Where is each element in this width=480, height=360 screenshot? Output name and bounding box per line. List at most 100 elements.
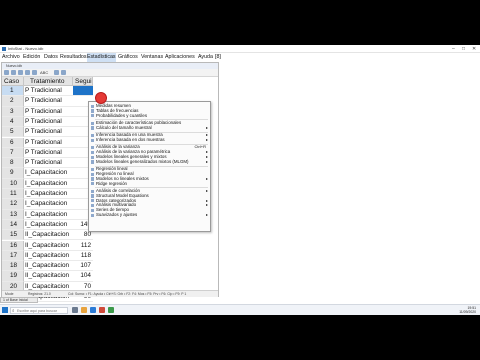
- stats-menu-item[interactable]: Probabilidades y cuantiles: [89, 112, 210, 118]
- stats-menu-item[interactable]: Ridge regresión: [89, 181, 210, 186]
- menu-edicion[interactable]: Edición: [23, 53, 40, 62]
- tratamiento-cell[interactable]: P Tradicional: [24, 158, 73, 169]
- toolbar-sort-icon[interactable]: [54, 70, 59, 75]
- tratamiento-cell[interactable]: I_Capacitacion: [24, 210, 73, 220]
- menu-item-icon: [91, 203, 95, 208]
- menu-extra[interactable]: [8]: [215, 53, 221, 62]
- column-header-tratamiento[interactable]: Tratamiento: [24, 77, 73, 86]
- table-row[interactable]: 18 II_Capacitacion 107: [2, 261, 218, 272]
- tratamiento-cell[interactable]: P Tradicional: [24, 86, 73, 97]
- toolbar-save-icon[interactable]: [18, 70, 23, 75]
- minimize-button[interactable]: –: [452, 45, 455, 53]
- minimized-dialog[interactable]: 1 of Base Inicial: [0, 297, 38, 303]
- tratamiento-cell[interactable]: P Tradicional: [24, 117, 73, 128]
- table-row[interactable]: 17 II_Capacitacion 118: [2, 250, 218, 262]
- row-number-cell[interactable]: 5: [2, 127, 24, 138]
- row-number-cell[interactable]: 15: [2, 230, 24, 241]
- row-number-cell[interactable]: 17: [2, 250, 24, 262]
- menu-aplicaciones[interactable]: Aplicaciones: [165, 53, 195, 62]
- row-number-cell[interactable]: 12: [2, 199, 24, 210]
- row-number-cell[interactable]: 11: [2, 189, 24, 200]
- toolbar-open-icon[interactable]: [11, 70, 16, 75]
- tratamiento-cell[interactable]: I_Capacitacion: [24, 189, 73, 200]
- maximize-button[interactable]: □: [462, 45, 465, 53]
- row-number-cell[interactable]: 19: [2, 271, 24, 282]
- column-header-seguimiento[interactable]: Segui: [73, 77, 93, 86]
- row-number-cell[interactable]: 8: [2, 158, 24, 169]
- tratamiento-cell[interactable]: II_Capacitacion: [24, 241, 73, 251]
- seguimiento-cell[interactable]: 104: [73, 271, 93, 282]
- tratamiento-cell[interactable]: I_Capacitacion: [24, 220, 73, 231]
- tratamiento-cell[interactable]: I_Capacitacion: [24, 179, 73, 189]
- row-number-cell[interactable]: 6: [2, 137, 24, 148]
- menu-ventanas[interactable]: Ventanas: [141, 53, 163, 62]
- file-explorer-icon[interactable]: [81, 307, 87, 313]
- row-number-cell[interactable]: 2: [2, 96, 24, 107]
- desktop-screen: InfoStat - Nuevo.idb – □ ✕ Archivo Edici…: [0, 45, 480, 315]
- table-row[interactable]: 16 II_Capacitacion 112: [2, 240, 218, 251]
- menu-estadisticas[interactable]: Estadísticas: [87, 53, 116, 62]
- menu-item-label: Probabilidades y cuantiles: [96, 112, 148, 118]
- table-row[interactable]: 19 II_Capacitacion 104: [2, 271, 218, 282]
- row-number-cell[interactable]: 14: [2, 219, 24, 231]
- seguimiento-cell[interactable]: 118: [73, 251, 93, 262]
- infostat-taskbar-icon[interactable]: [108, 307, 114, 313]
- estadisticas-menu: Medidas resumen Tablas de frecuencias Prob…: [88, 101, 211, 232]
- toolbar-cut-icon[interactable]: [25, 70, 30, 75]
- menu-item-icon: [91, 177, 95, 181]
- seguimiento-cell[interactable]: 107: [73, 261, 93, 272]
- row-number-cell[interactable]: 18: [2, 261, 24, 272]
- tratamiento-cell[interactable]: II_Capacitacion: [24, 271, 73, 282]
- taskbar-search-input[interactable]: ⌕ Escribe aquí para buscar: [10, 307, 68, 314]
- row-number-cell[interactable]: 9: [2, 168, 24, 179]
- tratamiento-cell[interactable]: P Tradicional: [24, 148, 73, 159]
- row-number-cell[interactable]: 16: [2, 240, 24, 251]
- row-number-cell[interactable]: 4: [2, 116, 24, 128]
- row-number-cell[interactable]: 10: [2, 178, 24, 189]
- seguimiento-cell[interactable]: [73, 86, 93, 97]
- taskbar-clock[interactable]: 19:51 11/09/2020: [456, 306, 476, 314]
- toolbar-font-label[interactable]: ABC: [40, 69, 48, 77]
- tratamiento-cell[interactable]: I_Capacitacion: [24, 168, 73, 179]
- stats-menu-item[interactable]: Inferencia basada en dos muestras ▸: [89, 137, 210, 142]
- row-number-cell[interactable]: 1: [2, 86, 24, 97]
- row-number-cell[interactable]: 13: [2, 209, 24, 220]
- tratamiento-cell[interactable]: P Tradicional: [24, 96, 73, 107]
- tratamiento-cell[interactable]: II_Capacitacion: [24, 251, 73, 262]
- menu-item-label: Cálculo del tamaño muestral: [96, 124, 152, 130]
- tratamiento-cell[interactable]: II_Capacitacion: [24, 230, 73, 241]
- tratamiento-cell[interactable]: P Tradicional: [24, 107, 73, 117]
- row-number-cell[interactable]: 3: [2, 106, 24, 117]
- close-button[interactable]: ✕: [472, 45, 476, 53]
- stats-menu-item[interactable]: Cálculo del tamaño muestral ▸: [89, 124, 210, 130]
- menu-item-icon: [91, 208, 95, 212]
- app-titlebar: InfoStat - Nuevo.idb – □ ✕: [0, 45, 480, 53]
- menu-item-icon: [91, 126, 95, 130]
- stats-menu-item[interactable]: Suavizados y ajustes ▸: [89, 212, 210, 217]
- menu-archivo[interactable]: Archivo: [2, 53, 20, 62]
- seguimiento-cell[interactable]: 112: [73, 241, 93, 251]
- tratamiento-cell[interactable]: II_Capacitacion: [24, 261, 73, 272]
- menu-item-icon: [91, 194, 95, 198]
- menu-ayuda[interactable]: Ayuda: [198, 53, 213, 62]
- windows-start-icon[interactable]: [2, 307, 8, 313]
- tratamiento-cell[interactable]: P Tradicional: [24, 138, 73, 148]
- edge-browser-icon[interactable]: [90, 307, 96, 313]
- tratamiento-cell[interactable]: I_Capacitacion: [24, 199, 73, 210]
- toolbar-copy-icon[interactable]: [32, 70, 37, 75]
- toolbar-filter-icon[interactable]: [61, 70, 66, 75]
- stage: InfoStat - Nuevo.idb – □ ✕ Archivo Edici…: [0, 0, 480, 360]
- tratamiento-cell[interactable]: P Tradicional: [24, 127, 73, 138]
- menu-datos[interactable]: Datos: [44, 53, 58, 62]
- menu-resultados[interactable]: Resultados: [60, 53, 87, 62]
- window-title: InfoStat - Nuevo.idb: [8, 46, 44, 51]
- stats-menu-item[interactable]: Modelos lineales generalizados mixtos (M…: [89, 158, 210, 164]
- column-header-caso[interactable]: Caso: [2, 77, 24, 86]
- app-taskbar-icon[interactable]: [99, 307, 105, 313]
- menu-item-label: Modelos lineales generalizados mixtos (M…: [96, 158, 189, 164]
- toolbar-new-icon[interactable]: [4, 70, 9, 75]
- task-view-icon[interactable]: [72, 307, 78, 313]
- menu-graficos[interactable]: Gráficos: [118, 53, 138, 62]
- row-number-cell[interactable]: 7: [2, 147, 24, 159]
- table-row[interactable]: 1P Tradicional: [2, 86, 218, 97]
